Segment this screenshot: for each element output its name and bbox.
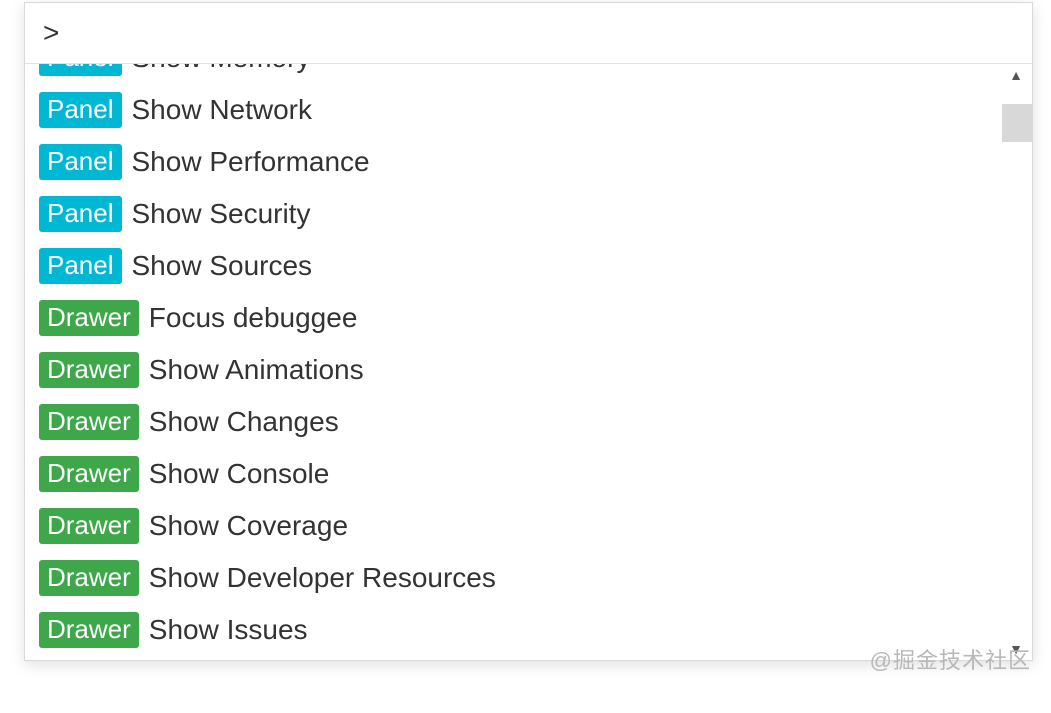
command-result[interactable]: Drawer Show Coverage — [25, 500, 1000, 552]
command-menu: Panel Show Memory Panel Show Network Pan… — [24, 2, 1033, 661]
command-result-label: Focus debuggee — [149, 302, 358, 334]
command-result-label: Show Developer Resources — [149, 562, 496, 594]
drawer-tag: Drawer — [39, 352, 139, 388]
command-result[interactable]: Drawer Show Changes — [25, 396, 1000, 448]
panel-tag: Panel — [39, 196, 122, 232]
command-result-label: Show Sources — [132, 250, 313, 282]
command-result-label: Show Issues — [149, 614, 308, 646]
command-result[interactable]: Drawer Show Issues — [25, 604, 1000, 656]
command-result[interactable]: Drawer Show Developer Resources — [25, 552, 1000, 604]
command-results: Panel Show Memory Panel Show Network Pan… — [25, 64, 1000, 660]
command-result[interactable]: Drawer Show Console — [25, 448, 1000, 500]
command-result-label: Show Changes — [149, 406, 339, 438]
panel-tag: Panel — [39, 248, 122, 284]
results-scrollbar[interactable]: ▲ ▼ — [1000, 64, 1032, 660]
scroll-thumb[interactable] — [1002, 104, 1032, 142]
drawer-tag: Drawer — [39, 560, 139, 596]
command-result-label: Show Coverage — [149, 510, 348, 542]
command-result-label: Show Performance — [132, 146, 370, 178]
panel-tag: Panel — [39, 92, 122, 128]
command-results-wrap: Panel Show Memory Panel Show Network Pan… — [25, 64, 1032, 660]
panel-tag: Panel — [39, 144, 122, 180]
scroll-track[interactable] — [1000, 86, 1032, 638]
command-result-label: Show Animations — [149, 354, 364, 386]
drawer-tag: Drawer — [39, 612, 139, 648]
command-result[interactable]: Panel Show Memory — [25, 64, 1000, 84]
command-result-label: Show Security — [132, 198, 311, 230]
command-result-label: Show Console — [149, 458, 330, 490]
drawer-tag: Drawer — [39, 508, 139, 544]
drawer-tag: Drawer — [39, 456, 139, 492]
command-result[interactable]: Drawer Focus debuggee — [25, 292, 1000, 344]
drawer-tag: Drawer — [39, 300, 139, 336]
panel-tag: Panel — [39, 64, 122, 76]
command-input-row — [25, 3, 1032, 64]
command-result[interactable]: Panel Show Performance — [25, 136, 1000, 188]
command-result[interactable]: Panel Show Security — [25, 188, 1000, 240]
command-result[interactable]: Panel Show Sources — [25, 240, 1000, 292]
command-result-label: Show Memory — [132, 64, 311, 74]
command-input[interactable] — [43, 17, 1014, 49]
watermark: @掘金技术社区 — [870, 643, 1031, 675]
command-result[interactable]: Panel Show Network — [25, 84, 1000, 136]
command-result-label: Show Network — [132, 94, 313, 126]
drawer-tag: Drawer — [39, 404, 139, 440]
command-result[interactable]: Drawer Show Animations — [25, 344, 1000, 396]
scroll-up-icon[interactable]: ▲ — [1000, 64, 1032, 86]
